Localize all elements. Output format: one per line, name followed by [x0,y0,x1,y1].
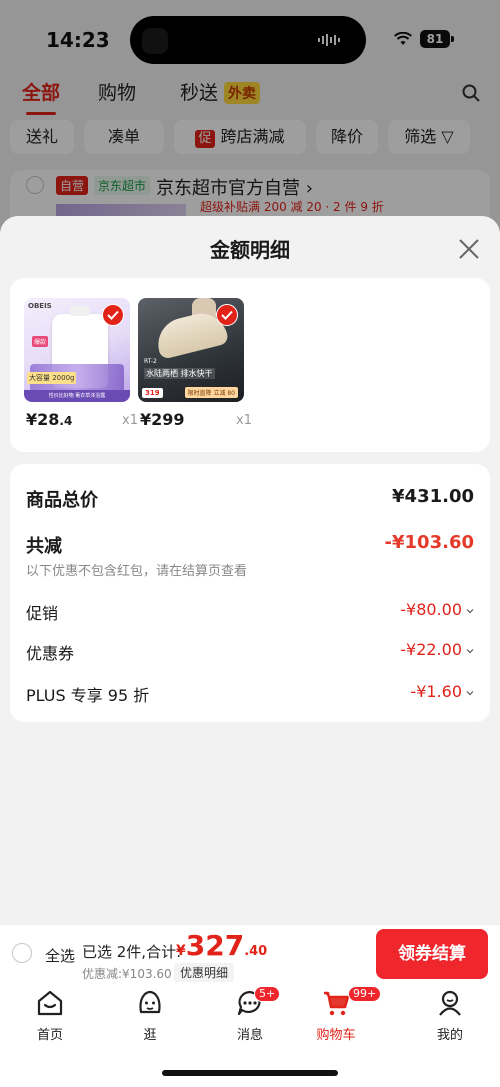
reduction-value: -¥103.60 [384,532,474,553]
price-details: 商品总价 ¥431.00 共减 -¥103.60 以下优惠不包含红包，请在结算页… [10,464,490,722]
messages-badge: 5+ [254,986,281,1002]
product-price: ¥299 [140,410,185,429]
sheet-title: 金额明细 [210,238,290,262]
discount-detail-button[interactable]: 优惠明细 [174,963,235,982]
tab-me[interactable]: 我的 [410,988,490,1043]
checked-icon[interactable] [216,304,238,326]
chevron-down-icon [466,690,474,695]
product-price: ¥28.4 [26,410,73,429]
tab-messages[interactable]: 5+ 消息 [210,986,290,1043]
promotion-value: -¥80.00 [400,600,474,619]
checkout-button[interactable]: 领券结算 [376,929,488,979]
tab-browse[interactable]: 逛 [110,988,190,1043]
brand-logo: OBEIS [28,302,52,310]
select-all-label[interactable]: 全选 [45,945,75,966]
close-icon[interactable] [458,238,480,260]
promotion-label: 促销 [26,604,59,623]
product-qty: x1 [122,413,138,428]
shoe-price-tag: 319 [142,388,163,398]
coupon-label: 优惠券 [26,644,75,663]
profile-icon [439,990,461,1016]
home-icon [37,990,63,1016]
product-card[interactable]: RT-2 水陆两栖 排水快干 319 限时直降 立减 80 ¥299 x1 [138,298,252,436]
home-indicator [162,1070,338,1076]
tab-home[interactable]: 首页 [10,988,90,1043]
hot-badge: 爆款 [32,336,49,347]
product-image-shoe: RT-2 水陆两栖 排水快干 319 限时直降 立减 80 [138,298,244,402]
reduction-label: 共减 [26,536,62,557]
select-all-radio[interactable] [12,943,32,963]
tab-cart[interactable]: 99+ 购物车 [296,986,382,1043]
plus-label: PLUS 专享 95 折 [26,686,150,705]
coupon-value: -¥22.00 [400,640,474,659]
product-image-bodywash: OBEIS 爆款 大容量 2000g 性价比好物 薰衣草沐浴露 [24,298,130,402]
discount-summary: 优惠减:¥103.60 [82,967,172,981]
amount-detail-sheet: 金额明细 OBEIS 爆款 大容量 2000g 性价比好物 薰衣草沐浴露 ¥28… [0,216,500,924]
checkout-bar: 全选 已选 2件,合计: ¥327.40 优惠减:¥103.60 优惠明细 领券… [0,924,500,984]
shoe-promo-button: 限时直降 立减 80 [184,387,238,398]
browse-icon [139,990,161,1014]
shoe-tagline: 水陆两栖 排水快干 [144,368,215,379]
cart-icon [324,991,350,1016]
shoe-model: RT-2 [144,358,157,365]
modal-overlay[interactable] [0,0,500,240]
goods-total-label: 商品总价 [26,490,98,511]
note-text: 以下优惠不包含红包，请在结算页查看 [26,564,248,579]
goods-total-value: ¥431.00 [392,486,474,507]
product-strip: 性价比好物 薰衣草沐浴露 [24,390,130,402]
checked-icon[interactable] [102,304,124,326]
selected-products: OBEIS 爆款 大容量 2000g 性价比好物 薰衣草沐浴露 ¥28.4 x1… [10,278,490,452]
plus-value: -¥1.60 [410,682,474,701]
grand-total: ¥327.40 [176,929,268,962]
size-badge: 大容量 2000g [27,372,77,384]
selection-summary: 已选 2件,合计: [82,943,182,961]
product-card[interactable]: OBEIS 爆款 大容量 2000g 性价比好物 薰衣草沐浴露 ¥28.4 x1 [24,298,138,436]
cart-badge: 99+ [348,986,382,1002]
product-qty: x1 [236,413,252,428]
chevron-down-icon [466,608,474,613]
chevron-down-icon [466,648,474,653]
